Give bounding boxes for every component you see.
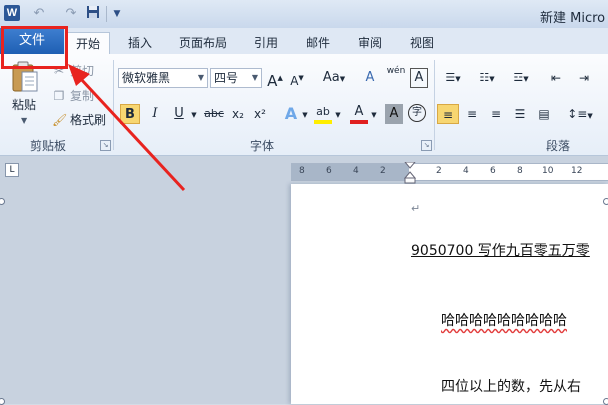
annotation-arrow-icon (68, 64, 186, 192)
